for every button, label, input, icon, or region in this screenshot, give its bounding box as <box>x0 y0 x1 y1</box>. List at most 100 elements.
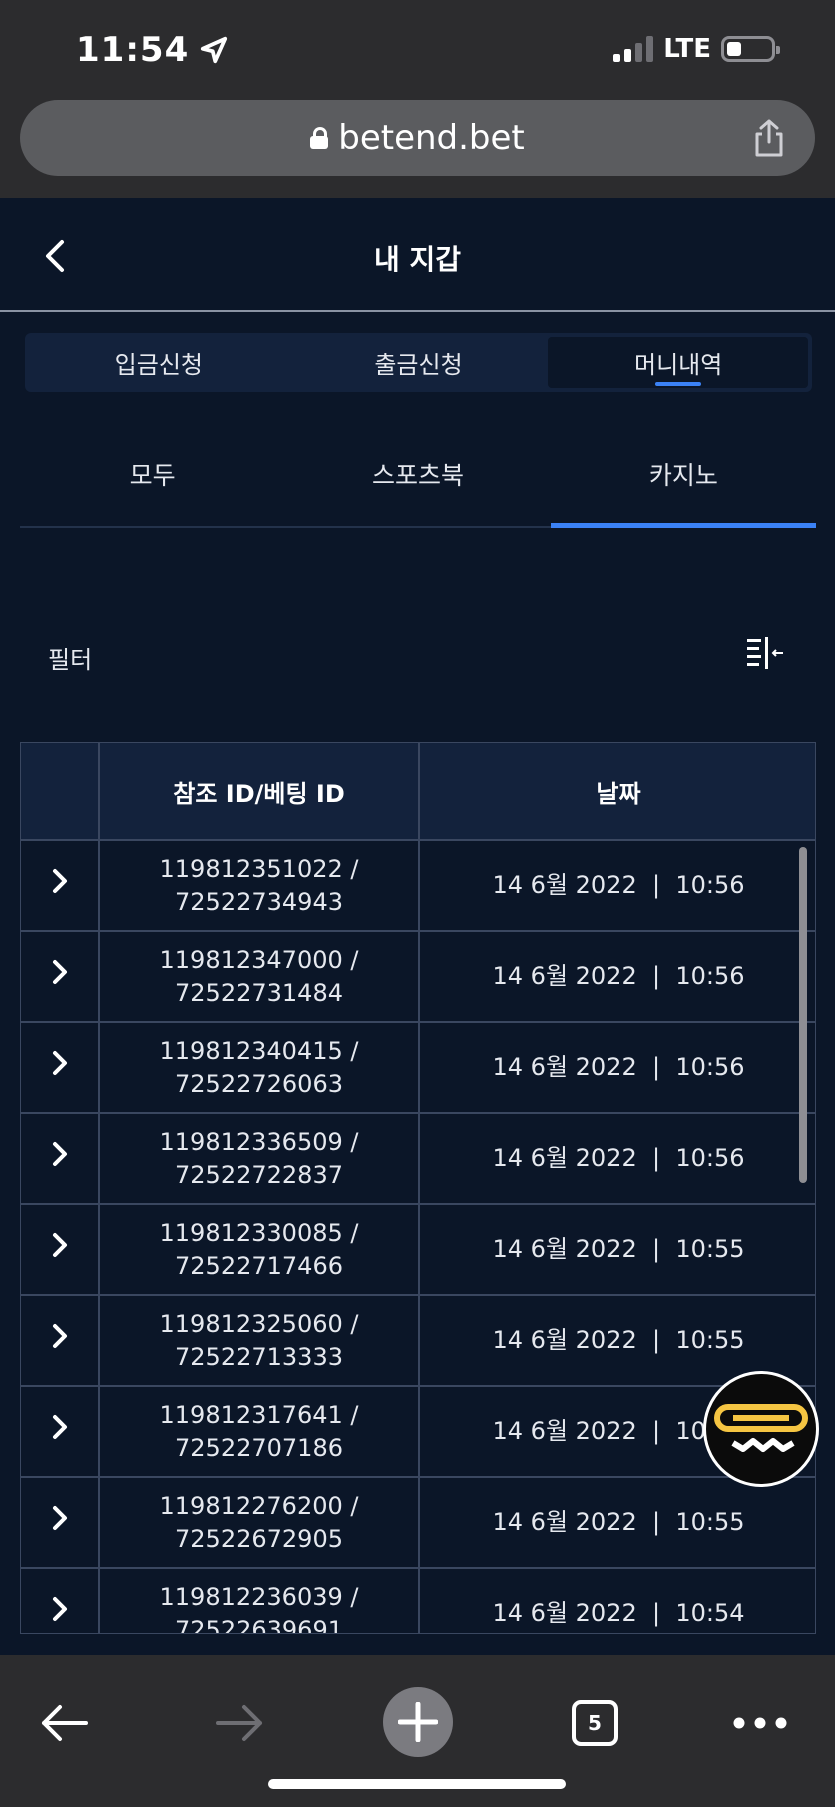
url-text: betend.bet <box>338 118 525 158</box>
lock-icon <box>310 127 329 149</box>
ref-id: 119812351022 / <box>159 855 359 884</box>
cell-ref-id: 119812330085 / 72522717466 <box>99 1204 420 1296</box>
chevron-right-icon <box>52 960 67 985</box>
subtab-label: 카지노 <box>648 461 718 490</box>
tab-label: 출금신청 <box>374 351 463 379</box>
cell-ref-id: 119812325060 / 72522713333 <box>99 1295 420 1387</box>
row-expand[interactable] <box>21 931 100 1023</box>
cell-ref-id: 119812340415 / 72522726063 <box>99 1022 420 1114</box>
table-scrollbar[interactable] <box>799 847 807 1183</box>
chevron-right-icon <box>52 1233 67 1258</box>
chevron-right-icon <box>52 1597 67 1622</box>
ref-id: 119812317641 / <box>159 1401 359 1430</box>
ref-id: 119812336509 / <box>159 1128 359 1157</box>
history-table[interactable]: 참조 ID/베팅 ID 날짜 119812351022 / 72522734943… <box>20 742 816 1634</box>
page-header: 내 지갑 <box>0 198 835 312</box>
bet-id: 72522672905 <box>175 1524 343 1553</box>
status-time: 11:54 <box>76 30 229 70</box>
subtab-label: 모두 <box>129 461 176 490</box>
ref-id: 119812325060 / <box>159 1310 359 1339</box>
header-ref-id[interactable]: 참조 ID/베팅 ID <box>99 743 420 841</box>
cell-date: 14 6월 2022 | 10:56 <box>419 1113 815 1205</box>
bet-id: 72522717466 <box>175 1251 343 1280</box>
share-icon[interactable] <box>751 118 787 158</box>
table-row[interactable]: 119812276200 / 72522672905 14 6월 2022 | 10… <box>21 1477 815 1569</box>
ref-id: 119812330085 / <box>159 1219 359 1248</box>
browser-toolbar: 5 <box>0 1655 835 1807</box>
tab-money-history[interactable]: 머니내역 <box>548 337 809 388</box>
row-expand[interactable] <box>21 1113 100 1205</box>
subtab-sportsbook[interactable]: 스포츠북 <box>285 440 550 526</box>
bet-id: 72522726063 <box>175 1069 343 1098</box>
ref-id: 119812236039 / <box>159 1583 359 1612</box>
bet-id: 72522707186 <box>175 1433 343 1462</box>
ref-id: 119812347000 / <box>159 946 359 975</box>
table-row[interactable]: 119812347000 / 72522731484 14 6월 2022 | 10… <box>21 931 815 1023</box>
page-title: 내 지갑 <box>373 243 462 276</box>
table-row[interactable]: 119812351022 / 72522734943 14 6월 2022 | 10… <box>21 840 815 932</box>
tab-withdraw[interactable]: 출금신청 <box>289 337 549 388</box>
subtab-casino[interactable]: 카지노 <box>550 440 817 528</box>
chat-logo-icon <box>714 1404 808 1452</box>
tabs-overview-button[interactable]: 5 <box>565 1693 625 1753</box>
row-expand[interactable] <box>21 1568 100 1633</box>
browser-back-icon[interactable] <box>34 1693 94 1753</box>
table-row[interactable]: 119812340415 / 72522726063 14 6월 2022 | 10… <box>21 1022 815 1114</box>
wallet-tabs: 입금신청 출금신청 머니내역 <box>25 333 812 392</box>
header-expand <box>21 743 100 841</box>
tab-deposit[interactable]: 입금신청 <box>29 337 289 388</box>
home-indicator <box>268 1779 566 1789</box>
status-indicators: LTE <box>613 34 780 64</box>
category-tabs: 모두 스포츠북 카지노 <box>20 440 817 528</box>
row-expand[interactable] <box>21 1022 100 1114</box>
battery-icon <box>721 36 780 62</box>
network-label: LTE <box>663 34 711 64</box>
url-bar[interactable]: betend.bet <box>20 100 815 176</box>
cell-date: 14 6월 2022 | 10:56 <box>419 1022 815 1114</box>
ref-id: 119812340415 / <box>159 1037 359 1066</box>
cell-ref-id: 119812276200 / 72522672905 <box>99 1477 420 1569</box>
cell-date: 14 6월 2022 | 10:55 <box>419 1477 815 1569</box>
row-expand[interactable] <box>21 1295 100 1387</box>
signal-icon <box>613 36 654 62</box>
bet-id: 72522639691 <box>175 1615 343 1634</box>
table-row[interactable]: 119812330085 / 72522717466 14 6월 2022 | 10… <box>21 1204 815 1296</box>
more-options-icon[interactable] <box>730 1693 790 1753</box>
chevron-right-icon <box>52 1324 67 1349</box>
subtab-all[interactable]: 모두 <box>20 440 285 526</box>
cell-ref-id: 119812351022 / 72522734943 <box>99 840 420 932</box>
row-expand[interactable] <box>21 1477 100 1569</box>
filter-label[interactable]: 필터 <box>48 640 92 675</box>
cell-date: 14 6월 2022 | 10:54 <box>419 1568 815 1633</box>
cell-ref-id: 119812336509 / 72522722837 <box>99 1113 420 1205</box>
table-row[interactable]: 119812336509 / 72522722837 14 6월 2022 | 10… <box>21 1113 815 1205</box>
location-arrow-icon <box>201 36 228 64</box>
column-settings-icon[interactable] <box>745 635 787 673</box>
ref-id: 119812276200 / <box>159 1492 359 1521</box>
bet-id: 72522722837 <box>175 1160 343 1189</box>
table-row[interactable]: 119812325060 /72522713333 14 6월 2022 | 10… <box>21 1295 815 1387</box>
chevron-right-icon <box>52 1051 67 1076</box>
header-date[interactable]: 날짜 <box>419 743 815 841</box>
cell-ref-id: 119812236039 / 72522639691 <box>99 1568 420 1634</box>
tab-label: 머니내역 <box>634 351 723 379</box>
chevron-right-icon <box>52 1142 67 1167</box>
new-tab-plus-icon[interactable] <box>383 1687 453 1757</box>
status-time-text: 11:54 <box>76 30 190 70</box>
browser-chrome-top: 11:54 LTE betend.bet <box>0 0 835 198</box>
table-row[interactable]: 119812236039 / 72522639691 14 6월 2022 | 10… <box>21 1568 815 1634</box>
table-row[interactable]: 119812317641 /72522707186 14 6월 2022 | 10… <box>21 1386 815 1478</box>
tab-label: 입금신청 <box>114 351 203 379</box>
table-header-row: 참조 ID/베팅 ID 날짜 <box>21 743 815 841</box>
cell-date: 14 6월 2022 | 10:56 <box>419 840 815 932</box>
row-expand[interactable] <box>21 1204 100 1296</box>
cell-ref-id: 119812317641 / 72522707186 <box>99 1386 420 1478</box>
chevron-right-icon <box>52 1415 67 1440</box>
chat-widget-button[interactable] <box>703 1371 819 1487</box>
chevron-right-icon <box>52 1506 67 1531</box>
bet-id: 72522713333 <box>175 1342 343 1371</box>
row-expand[interactable] <box>21 1386 100 1478</box>
cell-date: 14 6월 2022 | 10:56 <box>419 931 815 1023</box>
row-expand[interactable] <box>21 840 100 932</box>
browser-forward-icon[interactable] <box>210 1693 270 1753</box>
